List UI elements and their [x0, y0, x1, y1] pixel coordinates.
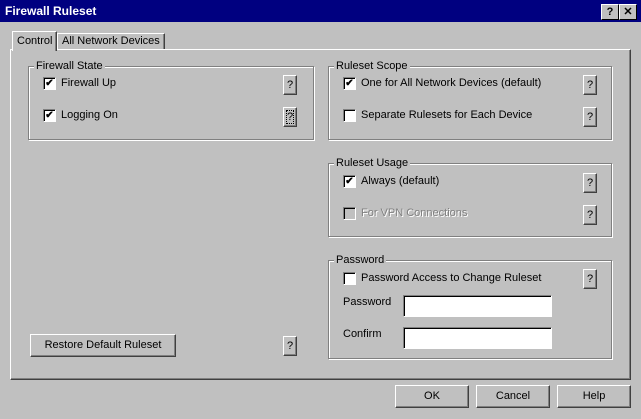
- question-icon: ?: [586, 273, 594, 285]
- password-access-help-button[interactable]: ?: [583, 269, 597, 289]
- cancel-button[interactable]: Cancel: [476, 385, 550, 408]
- question-icon: ?: [586, 111, 594, 123]
- confirm-field[interactable]: [403, 327, 552, 349]
- logging-on-checkbox[interactable]: ✔: [43, 109, 56, 122]
- always-checkbox[interactable]: ✔: [343, 175, 356, 188]
- one-for-all-checkbox[interactable]: ✔: [343, 77, 356, 90]
- title-close-button[interactable]: ✕: [619, 4, 637, 20]
- check-mark-icon: ✔: [345, 78, 354, 89]
- question-icon: ?: [286, 79, 294, 91]
- tab-control[interactable]: Control: [12, 31, 58, 51]
- logging-on-label[interactable]: Logging On: [61, 108, 118, 122]
- check-mark-icon: ✔: [45, 110, 54, 121]
- password-access-label[interactable]: Password Access to Change Ruleset: [361, 271, 541, 285]
- window-title: Firewall Ruleset: [5, 4, 97, 18]
- always-label[interactable]: Always (default): [361, 174, 439, 188]
- question-icon: ?: [285, 110, 295, 124]
- firewall-state-label: Firewall State: [34, 60, 105, 72]
- always-help-button[interactable]: ?: [583, 173, 597, 193]
- vpn-connections-checkbox: [343, 207, 356, 220]
- ruleset-scope-label: Ruleset Scope: [334, 60, 410, 72]
- title-help-button[interactable]: ?: [601, 4, 619, 20]
- one-for-all-help-button[interactable]: ?: [583, 75, 597, 95]
- tab-control-label: Control: [17, 35, 53, 47]
- password-field[interactable]: [403, 295, 552, 317]
- title-bar: Firewall Ruleset ? ✕: [0, 0, 641, 22]
- firewall-up-checkbox[interactable]: ✔: [43, 77, 56, 90]
- firewall-up-label[interactable]: Firewall Up: [61, 76, 116, 90]
- logging-on-help-button[interactable]: ?: [283, 107, 297, 127]
- firewall-up-help-button[interactable]: ?: [283, 75, 297, 95]
- restore-help-button[interactable]: ?: [283, 336, 297, 356]
- check-mark-icon: ✔: [45, 78, 54, 89]
- ok-button[interactable]: OK: [395, 385, 469, 408]
- check-mark-icon: ✔: [345, 176, 354, 187]
- restore-default-ruleset-button[interactable]: Restore Default Ruleset: [30, 334, 176, 357]
- help-button[interactable]: Help: [557, 385, 631, 408]
- question-icon: ?: [586, 209, 594, 221]
- separate-rulesets-checkbox[interactable]: [343, 109, 356, 122]
- vpn-connections-help-button[interactable]: ?: [583, 205, 597, 225]
- question-icon: ?: [286, 340, 294, 352]
- one-for-all-label[interactable]: One for All Network Devices (default): [361, 76, 541, 90]
- password-access-checkbox[interactable]: [343, 272, 356, 285]
- close-icon: ✕: [623, 6, 633, 18]
- tab-all-network-devices-label: All Network Devices: [62, 35, 160, 47]
- password-group-label: Password: [334, 254, 387, 266]
- separate-rulesets-help-button[interactable]: ?: [583, 107, 597, 127]
- separate-rulesets-label[interactable]: Separate Rulesets for Each Device: [361, 108, 532, 122]
- ruleset-usage-label: Ruleset Usage: [334, 157, 411, 169]
- vpn-connections-label: For VPN Connections: [361, 207, 468, 219]
- tab-all-network-devices[interactable]: All Network Devices: [57, 33, 165, 50]
- question-icon: ?: [606, 6, 614, 18]
- question-icon: ?: [586, 79, 594, 91]
- password-field-label: Password: [343, 296, 392, 308]
- confirm-field-label: Confirm: [343, 328, 382, 340]
- question-icon: ?: [586, 177, 594, 189]
